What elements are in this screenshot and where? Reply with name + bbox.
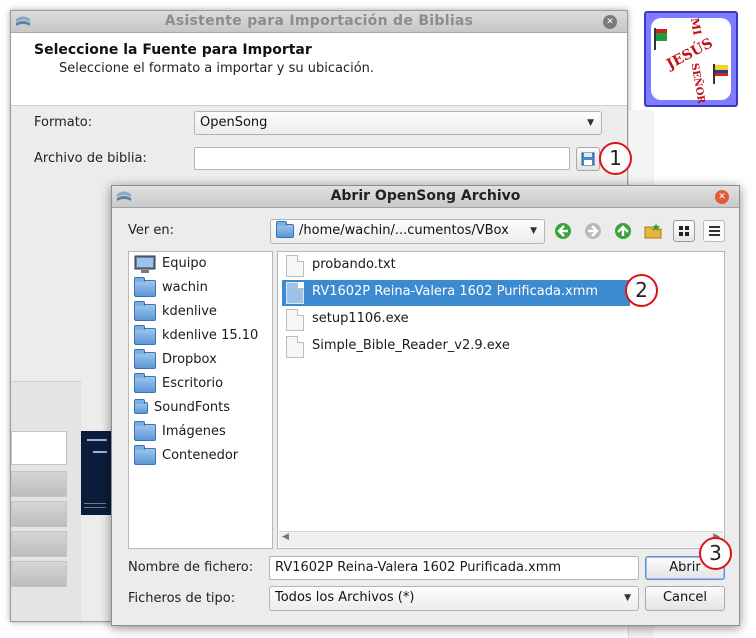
sidebar-item-kdenlive[interactable]: kdenlive: [132, 301, 270, 323]
format-select-value: OpenSong: [200, 115, 268, 130]
file-name: setup1106.exe: [312, 311, 409, 326]
forward-arrow-icon[interactable]: [582, 220, 604, 242]
filename-value: RV1602P Reina-Valera 1602 Purificada.xmm: [275, 560, 562, 575]
side-button-4[interactable]: [11, 561, 67, 587]
dialog-close-icon[interactable]: ✕: [715, 190, 729, 204]
folder-icon: [134, 445, 156, 465]
bible-file-input[interactable]: [194, 147, 570, 170]
open-file-dialog: Abrir OpenSong Archivo ✕ Ver en: /home/w…: [111, 185, 740, 626]
wizard-header: Seleccione la Fuente para Importar Selec…: [11, 33, 627, 106]
sidebar-item-kdenlive-15-10[interactable]: kdenlive 15.10: [132, 325, 270, 347]
wizard-subheading: Seleccione el formato a importar y su ub…: [59, 61, 375, 76]
wizard-titlebar: Asistente para Importación de Biblias ✕: [11, 11, 627, 33]
new-folder-icon[interactable]: [642, 220, 664, 242]
exe-file-icon: [286, 309, 304, 331]
flag-icon: [654, 28, 667, 50]
sidebar-item-label: Contenedor: [162, 448, 239, 463]
file-name: probando.txt: [312, 257, 396, 272]
list-item[interactable]: setup1106.exe: [282, 307, 502, 333]
folder-icon: [134, 349, 156, 369]
chevron-down-icon: ▼: [587, 118, 594, 128]
browse-file-button[interactable]: [576, 147, 600, 171]
cancel-button[interactable]: Cancel: [645, 586, 725, 611]
folder-icon: [134, 277, 156, 297]
list-view-icon: [709, 226, 720, 236]
side-button-2[interactable]: [11, 501, 67, 527]
text-file-icon: [286, 255, 304, 277]
up-arrow-icon[interactable]: [612, 220, 634, 242]
video-thumbnail: [81, 431, 111, 515]
back-arrow-icon[interactable]: [552, 220, 574, 242]
sidebar-item-label: kdenlive 15.10: [162, 328, 259, 343]
filetype-value: Todos los Archivos (*): [275, 590, 415, 605]
preview-list-box: [11, 431, 67, 465]
folder-icon: [134, 421, 156, 441]
filetype-select[interactable]: Todos los Archivos (*) ▼: [269, 586, 639, 611]
sidebar-item-label: SoundFonts: [154, 400, 231, 415]
step-2-badge: 2: [625, 274, 658, 307]
file-name: Simple_Bible_Reader_v2.9.exe: [312, 338, 510, 353]
look-in-label: Ver en:: [128, 223, 174, 238]
step-1-badge: 1: [599, 142, 632, 175]
sidebar-item-imagenes[interactable]: Imágenes: [132, 421, 270, 443]
file-list: probando.txt RV1602P Reina-Valera 1602 P…: [277, 251, 725, 549]
grid-view-icon: [679, 226, 689, 236]
format-select[interactable]: OpenSong ▼: [194, 111, 602, 135]
sidebar-item-label: wachin: [162, 280, 208, 295]
computer-icon: [134, 255, 156, 273]
sidebar-item-wachin[interactable]: wachin: [132, 277, 270, 299]
exe-file-icon: [286, 336, 304, 358]
bible-file-label: Archivo de biblia:: [34, 151, 147, 166]
folder-icon: [134, 325, 156, 345]
logo-text-senor: SEÑOR: [688, 62, 707, 105]
places-sidebar: Equipo wachin kdenlive kdenlive 15.10 Dr…: [128, 251, 273, 549]
list-item-selected[interactable]: RV1602P Reina-Valera 1602 Purificada.xmm: [282, 280, 630, 306]
logo-text-mi: MI: [687, 16, 704, 37]
look-in-select[interactable]: /home/wachin/...cumentos/VBox ▼: [270, 219, 545, 244]
wizard-close-icon[interactable]: ✕: [603, 15, 617, 29]
folder-icon: [276, 221, 294, 238]
side-button-3[interactable]: [11, 531, 67, 557]
sidebar-item-escritorio[interactable]: Escritorio: [132, 373, 270, 395]
chevron-down-icon: ▼: [530, 226, 537, 236]
list-item[interactable]: probando.txt: [282, 253, 502, 279]
detail-view-button[interactable]: [703, 220, 725, 242]
wizard-heading: Seleccione la Fuente para Importar: [34, 42, 312, 58]
floppy-disk-icon: [581, 152, 595, 166]
dialog-title: Abrir OpenSong Archivo: [330, 188, 521, 204]
sidebar-item-equipo[interactable]: Equipo: [132, 253, 270, 275]
filename-input[interactable]: RV1602P Reina-Valera 1602 Purificada.xmm: [269, 556, 639, 580]
sidebar-item-label: Dropbox: [162, 352, 217, 367]
file-name: RV1602P Reina-Valera 1602 Purificada.xmm: [312, 284, 599, 299]
dialog-titlebar: Abrir OpenSong Archivo ✕: [112, 186, 739, 208]
filename-label: Nombre de fichero:: [128, 560, 254, 575]
sidebar-item-label: kdenlive: [162, 304, 217, 319]
horizontal-scrollbar[interactable]: ◀ ▶: [279, 531, 723, 547]
sidebar-item-label: Equipo: [162, 256, 207, 271]
icon-view-button[interactable]: [673, 220, 695, 242]
sidebar-item-soundfonts[interactable]: SoundFonts: [132, 397, 270, 419]
step-3-badge: 3: [699, 537, 732, 570]
chevron-down-icon: ▼: [624, 593, 631, 603]
format-label: Formato:: [34, 115, 93, 130]
wizard-title: Asistente para Importación de Biblias: [164, 13, 474, 29]
folder-icon: [134, 373, 156, 393]
mi-jesus-senor-logo: MI JESÚS SEÑOR: [644, 11, 738, 107]
ecuador-flag-icon: [713, 64, 728, 84]
xmm-file-icon: [286, 282, 304, 304]
sidebar-item-label: Imágenes: [162, 424, 226, 439]
look-in-value: /home/wachin/...cumentos/VBox: [299, 223, 509, 238]
side-button-1[interactable]: [11, 471, 67, 497]
folder-icon: [134, 301, 156, 321]
sidebar-item-dropbox[interactable]: Dropbox: [132, 349, 270, 371]
filetype-label: Ficheros de tipo:: [128, 591, 236, 606]
list-item[interactable]: Simple_Bible_Reader_v2.9.exe: [282, 334, 542, 360]
sidebar-item-label: Escritorio: [162, 376, 224, 391]
folder-link-icon: [134, 399, 148, 414]
scroll-left-icon[interactable]: ◀: [282, 532, 289, 542]
sidebar-item-contenedor[interactable]: Contenedor: [132, 445, 270, 467]
